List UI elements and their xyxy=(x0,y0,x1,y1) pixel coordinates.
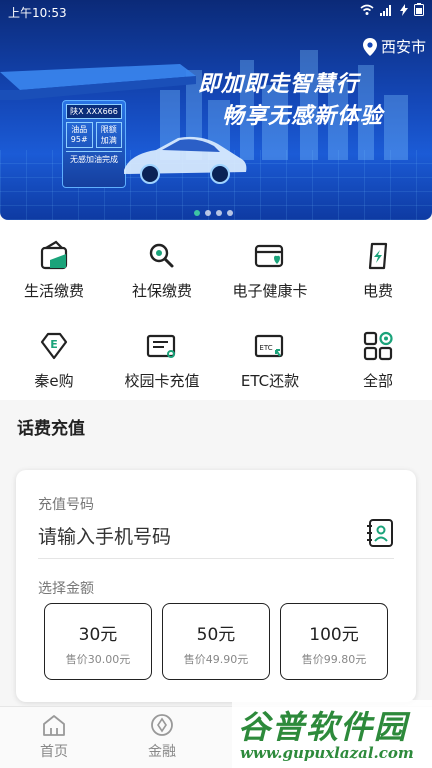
amount-price: 售价30.00元 xyxy=(65,653,131,666)
service-etc-repay[interactable]: ETC ETC还款 xyxy=(216,328,324,391)
home-icon xyxy=(43,715,65,736)
amount-label: 选择金额 xyxy=(38,581,94,597)
service-label: 全部 xyxy=(362,372,393,390)
health-card-icon xyxy=(254,244,284,268)
svg-text:E: E xyxy=(50,338,58,351)
amount-value: 100元 xyxy=(309,625,359,645)
electric-icon xyxy=(368,242,388,270)
fuel-type-text: 油品 95# xyxy=(66,122,93,148)
location-pin-icon xyxy=(362,37,377,56)
charging-icon xyxy=(400,3,408,16)
carousel-dot xyxy=(227,210,233,216)
service-health-card[interactable]: 电子健康卡 xyxy=(216,238,324,301)
battery-icon xyxy=(414,3,424,16)
promo-banner[interactable]: 陕X XXX666 油品 95# 限额 加满 无感加油完成 上午10:53 西安… xyxy=(0,0,432,220)
etc-card-icon: ETC xyxy=(254,334,284,358)
amount-price: 售价49.90元 xyxy=(183,653,249,666)
service-label: 电子健康卡 xyxy=(232,282,308,300)
grid-all-icon xyxy=(363,331,393,361)
location-city: 西安市 xyxy=(380,38,426,56)
input-divider xyxy=(38,558,394,559)
gas-pump-sign: 陕X XXX666 油品 95# 限额 加满 无感加油完成 xyxy=(62,100,126,188)
site-watermark: 谷普软件园 www.gupuxlazal.com xyxy=(232,700,432,768)
nav-label: 首页 xyxy=(40,744,68,760)
nav-home[interactable]: 首页 xyxy=(0,713,108,761)
banner-slogan-line2: 畅享无感新体验 xyxy=(222,104,384,129)
banner-slogan-line1: 即加即走智慧行 xyxy=(198,72,360,97)
carousel-dot xyxy=(216,210,222,216)
status-bar: 上午10:53 xyxy=(0,0,432,24)
nav-label: 金融 xyxy=(148,744,176,760)
shopping-diamond-icon: E xyxy=(40,332,68,360)
status-time: 上午10:53 xyxy=(8,6,67,20)
recharge-card: 充值号码 选择金额 30元 售价30.00元 50元 售价49.90元 100元… xyxy=(16,470,416,702)
watermark-url: www.gupuxlazal.com xyxy=(240,744,414,762)
service-label: 校园卡充值 xyxy=(124,372,200,390)
service-qin-e-shop[interactable]: E 秦e购 xyxy=(0,328,108,391)
service-campus-card[interactable]: 校园卡充值 xyxy=(108,328,216,391)
carousel-dot xyxy=(194,210,200,216)
amount-price: 售价99.80元 xyxy=(301,653,367,666)
amount-value: 50元 xyxy=(196,625,236,645)
amount-value: 30元 xyxy=(78,625,118,645)
service-label: 社保缴费 xyxy=(131,282,192,300)
service-label: 电费 xyxy=(362,282,393,300)
quick-services-grid: 生活缴费 社保缴费 电子健康卡 电费 E 秦e购 校园卡充值 ETC ETC还款… xyxy=(0,220,432,400)
wifi-icon xyxy=(360,4,374,15)
plate-text: 陕X XXX666 xyxy=(66,104,122,119)
service-label: 秦e购 xyxy=(34,372,74,390)
wallet-icon xyxy=(40,240,68,270)
svg-text:ETC: ETC xyxy=(259,344,272,352)
service-label: 生活缴费 xyxy=(23,282,84,300)
carousel-dot xyxy=(205,210,211,216)
amount-option-100[interactable]: 100元 售价99.80元 xyxy=(280,603,388,680)
service-electricity[interactable]: 电费 xyxy=(324,238,432,301)
service-social-insurance[interactable]: 社保缴费 xyxy=(108,238,216,301)
campus-card-icon xyxy=(146,334,176,358)
search-magnifier-icon xyxy=(149,243,174,268)
nav-finance[interactable]: 金融 xyxy=(108,713,216,761)
amount-option-50[interactable]: 50元 售价49.90元 xyxy=(162,603,270,680)
location-selector[interactable]: 西安市 xyxy=(362,36,426,57)
carousel-indicator xyxy=(194,210,233,216)
section-title-recharge: 话费充值 xyxy=(17,419,85,439)
fuel-amount-text: 限额 加满 xyxy=(95,122,122,148)
watermark-title: 谷普软件园 xyxy=(238,708,409,746)
amount-option-30[interactable]: 30元 售价30.00元 xyxy=(44,603,152,680)
signal-icon xyxy=(380,4,391,16)
service-all[interactable]: 全部 xyxy=(324,328,432,391)
fuel-done-text: 无感加油完成 xyxy=(66,151,122,165)
service-utility-payment[interactable]: 生活缴费 xyxy=(0,238,108,301)
contacts-book-icon[interactable] xyxy=(366,518,394,548)
finance-icon xyxy=(151,714,173,736)
service-label: ETC还款 xyxy=(240,372,300,390)
phone-number-label: 充值号码 xyxy=(38,497,94,513)
car-graphic xyxy=(124,136,247,184)
phone-number-input[interactable] xyxy=(38,522,358,552)
